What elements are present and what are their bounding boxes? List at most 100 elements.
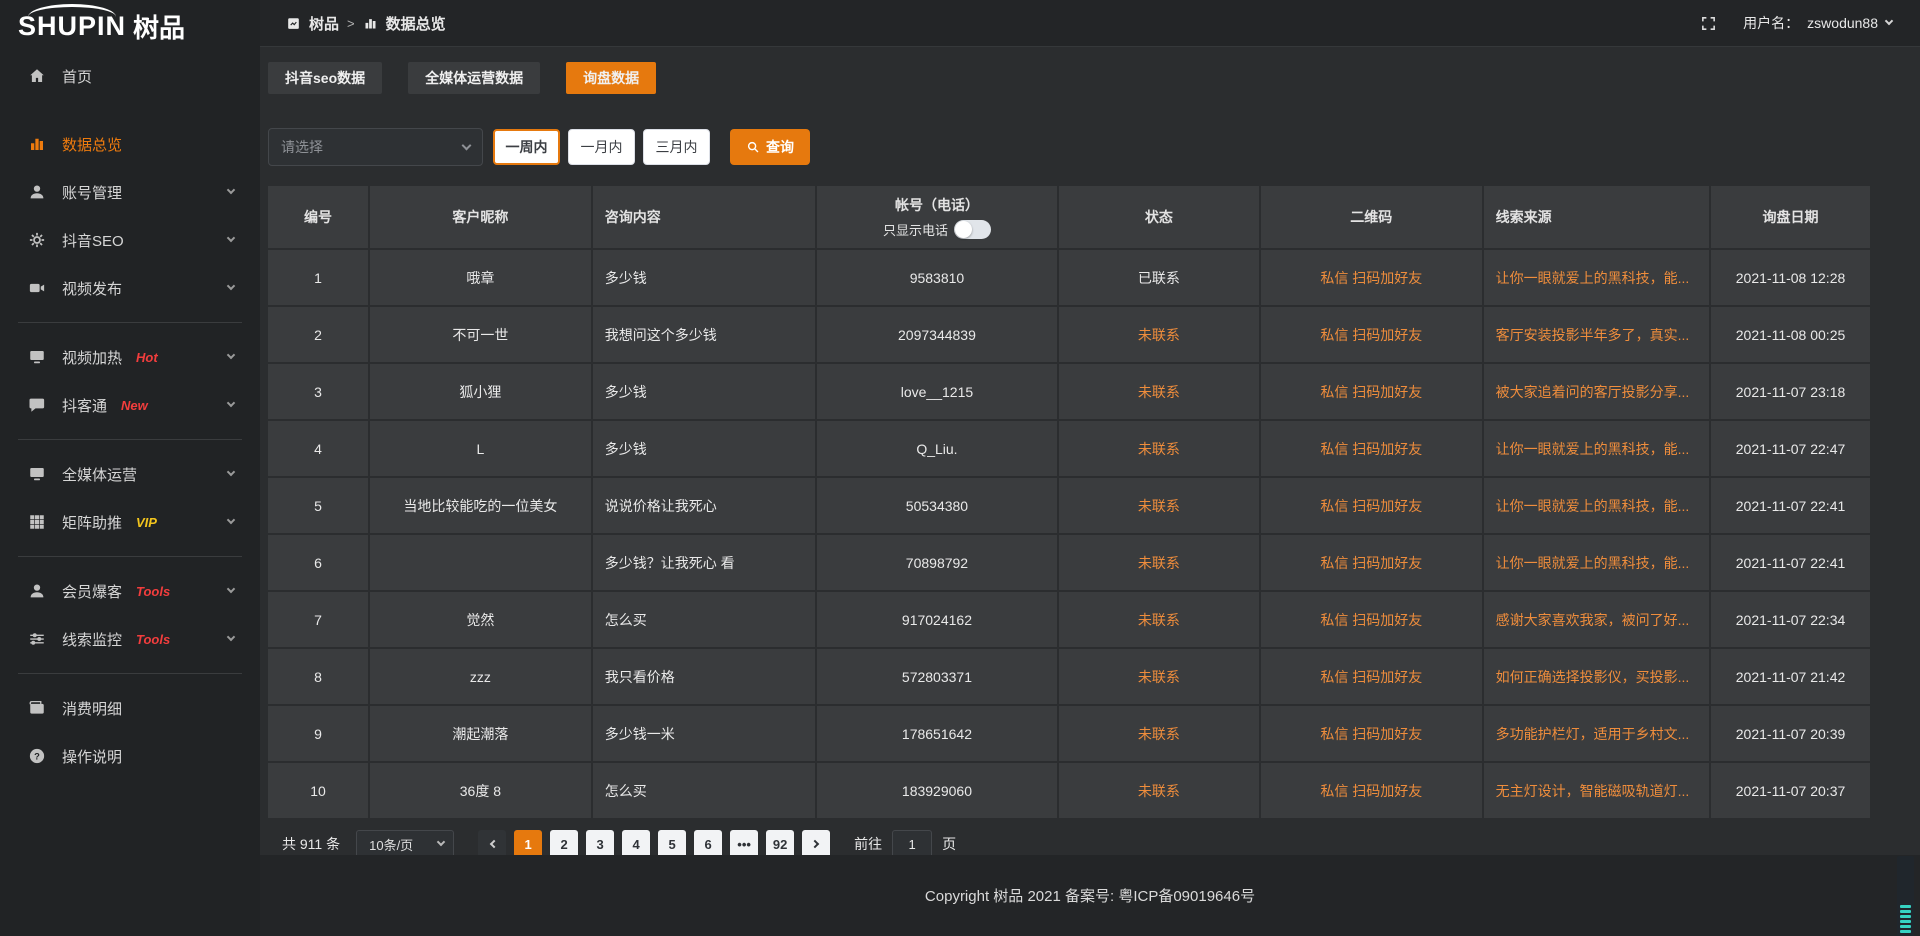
cell-content: 我想问这个多少钱 xyxy=(593,307,815,362)
page-button-4[interactable]: 4 xyxy=(622,830,650,858)
page-button-2[interactable]: 2 xyxy=(550,830,578,858)
phone-only-toggle[interactable] xyxy=(954,220,991,239)
cell-qrcode-link[interactable]: 私信 扫码加好友 xyxy=(1261,706,1482,761)
sidebar-item-label: 矩阵助推 xyxy=(62,512,122,533)
meter-bar xyxy=(1900,915,1911,918)
chevron-down-icon xyxy=(462,140,472,150)
tab-inquiry-data[interactable]: 询盘数据 xyxy=(566,62,656,94)
cell-source-link[interactable]: 让你一眼就爱上的黑科技，能... xyxy=(1484,250,1709,305)
prev-page-button[interactable] xyxy=(478,830,506,858)
sidebar-item-matrix-boost[interactable]: 矩阵助推VIP xyxy=(0,498,260,546)
cell-date: 2021-11-07 22:41 xyxy=(1711,535,1870,590)
cell-nickname xyxy=(370,535,591,590)
cell-status: 未联系 xyxy=(1059,706,1259,761)
sidebar-item-douyin-seo[interactable]: 抖音SEO xyxy=(0,216,260,264)
sidebar-item-label: 消费明细 xyxy=(62,698,122,719)
sidebar-item-douketong[interactable]: 抖客通New xyxy=(0,381,260,429)
period-button-one-week[interactable]: 一周内 xyxy=(493,129,560,165)
sidebar-divider xyxy=(18,673,242,674)
logo-brand-cn: 树品 xyxy=(133,8,185,45)
cell-account: 50534380 xyxy=(817,478,1057,533)
page-button-3[interactable]: 3 xyxy=(586,830,614,858)
cell-source-link[interactable]: 让你一眼就爱上的黑科技，能... xyxy=(1484,535,1709,590)
cell-account: 917024162 xyxy=(817,592,1057,647)
sidebar-item-account-management[interactable]: 账号管理 xyxy=(0,168,260,216)
breadcrumb-page[interactable]: 数据总览 xyxy=(386,13,446,34)
sidebar-item-label: 账号管理 xyxy=(62,182,122,203)
cell-qrcode-link[interactable]: 私信 扫码加好友 xyxy=(1261,364,1482,419)
cell-date: 2021-11-07 20:37 xyxy=(1711,763,1870,818)
cell-qrcode-link[interactable]: 私信 扫码加好友 xyxy=(1261,307,1482,362)
sidebar-item-member-burst[interactable]: 会员爆客Tools xyxy=(0,567,260,615)
svg-text:?: ? xyxy=(34,751,40,761)
cell-source-link[interactable]: 让你一眼就爱上的黑科技，能... xyxy=(1484,478,1709,533)
sidebar-item-operation-guide[interactable]: ?操作说明 xyxy=(0,732,260,780)
cell-content: 多少钱一米 xyxy=(593,706,815,761)
cell-nickname: zzz xyxy=(370,649,591,704)
cell-content: 多少钱？让我死心 看 xyxy=(593,535,815,590)
sidebar-divider xyxy=(18,556,242,557)
period-button-one-month[interactable]: 一月内 xyxy=(568,129,635,165)
cell-source-link[interactable]: 如何正确选择投影仪，买投影... xyxy=(1484,649,1709,704)
sidebar-item-media-operation[interactable]: 全媒体运营 xyxy=(0,450,260,498)
logo-brand-en: SHUPIN xyxy=(18,11,126,42)
cell-content: 怎么买 xyxy=(593,592,815,647)
sidebar-nav: 首页数据总览账号管理抖音SEO视频发布视频加热Hot抖客通New 全媒体运营矩阵助… xyxy=(0,52,260,780)
sidebar-item-label: 全媒体运营 xyxy=(62,464,137,485)
cell-qrcode-link[interactable]: 私信 扫码加好友 xyxy=(1261,478,1482,533)
cell-qrcode-link[interactable]: 私信 扫码加好友 xyxy=(1261,763,1482,818)
meter-bar xyxy=(1900,925,1911,928)
cell-source-link[interactable]: 多功能护栏灯，适用于乡村文... xyxy=(1484,706,1709,761)
cell-qrcode-link[interactable]: 私信 扫码加好友 xyxy=(1261,421,1482,476)
col-header-nickname: 客户昵称 xyxy=(370,186,591,248)
user-icon xyxy=(28,182,48,202)
cell-source-link[interactable]: 被大家追着问的客厅投影分享... xyxy=(1484,364,1709,419)
cell-qrcode-link[interactable]: 私信 扫码加好友 xyxy=(1261,535,1482,590)
cell-nickname: 36度 8 xyxy=(370,763,591,818)
sidebar-item-consumption-detail[interactable]: 消费明细 xyxy=(0,684,260,732)
page-button-6[interactable]: 6 xyxy=(694,830,722,858)
page-button-1[interactable]: 1 xyxy=(514,830,542,858)
sidebar-item-video-heat[interactable]: 视频加热Hot xyxy=(0,333,260,381)
user-menu[interactable]: 用户名：zswodun88 xyxy=(1743,13,1892,33)
sidebar-item-lead-monitor[interactable]: 线索监控Tools xyxy=(0,615,260,663)
search-button[interactable]: 查询 xyxy=(730,129,810,165)
toggle-knob xyxy=(955,221,972,238)
sidebar-divider xyxy=(18,322,242,323)
cell-qrcode-link[interactable]: 私信 扫码加好友 xyxy=(1261,649,1482,704)
page-button-92[interactable]: 92 xyxy=(766,830,794,858)
meter-bar xyxy=(1900,920,1911,923)
fullscreen-icon[interactable] xyxy=(1700,15,1717,32)
sidebar-item-data-overview[interactable]: 数据总览 xyxy=(0,120,260,168)
cell-status: 未联系 xyxy=(1059,592,1259,647)
period-group: 一周内一月内三月内 xyxy=(493,129,710,165)
cell-source-link[interactable]: 感谢大家喜欢我家，被问了好... xyxy=(1484,592,1709,647)
cell-source-link[interactable]: 无主灯设计，智能磁吸轨道灯... xyxy=(1484,763,1709,818)
cell-source-link[interactable]: 让你一眼就爱上的黑科技，能... xyxy=(1484,421,1709,476)
cell-account: Q_Liu. xyxy=(817,421,1057,476)
more-pages-button[interactable]: ••• xyxy=(730,830,758,858)
tab-media-operation-data[interactable]: 全媒体运营数据 xyxy=(408,62,540,94)
sidebar-item-video-publish[interactable]: 视频发布 xyxy=(0,264,260,312)
sidebar-item-home[interactable]: 首页 xyxy=(0,52,260,100)
footer: Copyright 树品 2021 备案号: 粤ICP备09019646号 xyxy=(260,855,1920,936)
goto-page-input[interactable] xyxy=(892,830,932,858)
table-row-2: 2不可一世我想问这个多少钱2097344839未联系私信 扫码加好友客厅安装投影… xyxy=(268,307,1856,362)
filter-select[interactable]: 请选择 xyxy=(268,128,483,166)
cell-qrcode-link[interactable]: 私信 扫码加好友 xyxy=(1261,592,1482,647)
tab-douyin-seo-data[interactable]: 抖音seo数据 xyxy=(268,62,382,94)
period-button-three-months[interactable]: 三月内 xyxy=(643,129,710,165)
cell-status: 已联系 xyxy=(1059,250,1259,305)
wallet-icon xyxy=(28,698,48,718)
display-icon xyxy=(28,347,48,367)
cell-account: 178651642 xyxy=(817,706,1057,761)
breadcrumb-app[interactable]: 树品 xyxy=(309,13,339,34)
cell-qrcode-link[interactable]: 私信 扫码加好友 xyxy=(1261,250,1482,305)
col-header-qrcode: 二维码 xyxy=(1261,186,1482,248)
page-size-select[interactable]: 10条/页 xyxy=(356,830,454,858)
next-page-button[interactable] xyxy=(802,830,830,858)
cell-id: 7 xyxy=(268,592,368,647)
page-button-5[interactable]: 5 xyxy=(658,830,686,858)
meter-bar xyxy=(1900,930,1911,933)
cell-source-link[interactable]: 客厅安装投影半年多了，真实... xyxy=(1484,307,1709,362)
